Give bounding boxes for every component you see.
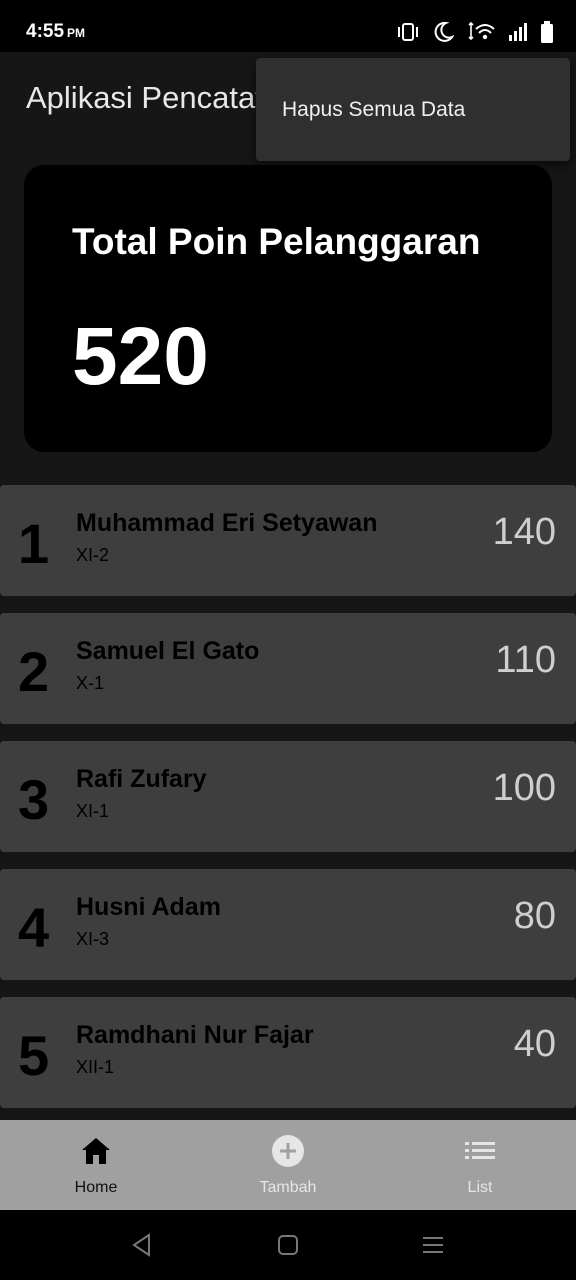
- app-screen: 4:55 PM Aplikasi Pencatatan Hapus Semua …: [0, 0, 576, 1280]
- nav-label-list: List: [467, 1179, 493, 1196]
- summary-total-value: 520: [72, 311, 209, 402]
- student-class: XI-1: [76, 801, 110, 821]
- list-item[interactable]: 3 Rafi Zufary XI-1 100: [0, 741, 576, 852]
- list-icon: [463, 1134, 497, 1168]
- list-item[interactable]: 5 Ramdhani Nur Fajar XII-1 40: [0, 997, 576, 1108]
- add-circle-icon: [271, 1134, 305, 1168]
- system-navigation-bar: [0, 1210, 576, 1280]
- status-time-ampm: PM: [67, 26, 86, 40]
- nav-item-home[interactable]: Home: [0, 1120, 192, 1210]
- summary-label: Total Poin Pelanggaran: [72, 221, 481, 262]
- rank-number: 5: [18, 1024, 50, 1087]
- student-name: Samuel El Gato: [76, 637, 260, 665]
- status-icons: [396, 18, 554, 46]
- bottom-navigation: Home Tambah List: [0, 1120, 576, 1210]
- student-name: Muhammad Eri Setyawan: [76, 509, 378, 537]
- recents-menu-icon[interactable]: [418, 1230, 448, 1260]
- status-time: 4:55 PM: [26, 21, 85, 43]
- signal-icon: [508, 23, 528, 41]
- student-class: X-1: [76, 673, 105, 693]
- menu-item-delete-all[interactable]: Hapus Semua Data: [256, 58, 570, 161]
- list-item[interactable]: 4 Husni Adam XI-3 80: [0, 869, 576, 980]
- student-points: 140: [492, 511, 556, 553]
- nav-label-home: Home: [74, 1179, 118, 1196]
- status-time-value: 4:55: [26, 21, 65, 42]
- moon-icon: [432, 21, 454, 43]
- status-bar: 4:55 PM: [0, 0, 576, 52]
- nav-item-list[interactable]: List: [384, 1120, 576, 1210]
- student-points: 110: [495, 639, 556, 681]
- student-points: 100: [492, 767, 556, 809]
- list-item[interactable]: 2 Samuel El Gato X-1 110: [0, 613, 576, 724]
- rank-number: 2: [18, 640, 50, 703]
- list-item[interactable]: 1 Muhammad Eri Setyawan XI-2 140: [0, 485, 576, 596]
- rank-number: 3: [18, 768, 50, 831]
- student-class: XI-2: [76, 545, 110, 565]
- battery-icon: [540, 21, 554, 43]
- home-square-icon[interactable]: [273, 1230, 303, 1260]
- nav-item-add[interactable]: Tambah: [192, 1120, 384, 1210]
- rank-number: 1: [18, 512, 50, 575]
- back-icon[interactable]: [127, 1230, 157, 1260]
- student-points: 80: [513, 895, 556, 937]
- student-points: 40: [513, 1023, 556, 1065]
- student-name: Ramdhani Nur Fajar: [76, 1021, 314, 1049]
- student-name: Rafi Zufary: [76, 765, 207, 793]
- student-class: XII-1: [76, 1057, 115, 1077]
- wifi-icon: [466, 22, 496, 42]
- vibrate-icon: [396, 22, 420, 42]
- overflow-menu: Hapus Semua Data: [256, 58, 570, 161]
- student-class: XI-3: [76, 929, 110, 949]
- nav-label-add: Tambah: [259, 1179, 317, 1196]
- student-name: Husni Adam: [76, 893, 221, 921]
- summary-card: Total Poin Pelanggaran 520: [24, 165, 552, 452]
- home-icon: [79, 1134, 113, 1168]
- rank-number: 4: [18, 896, 50, 959]
